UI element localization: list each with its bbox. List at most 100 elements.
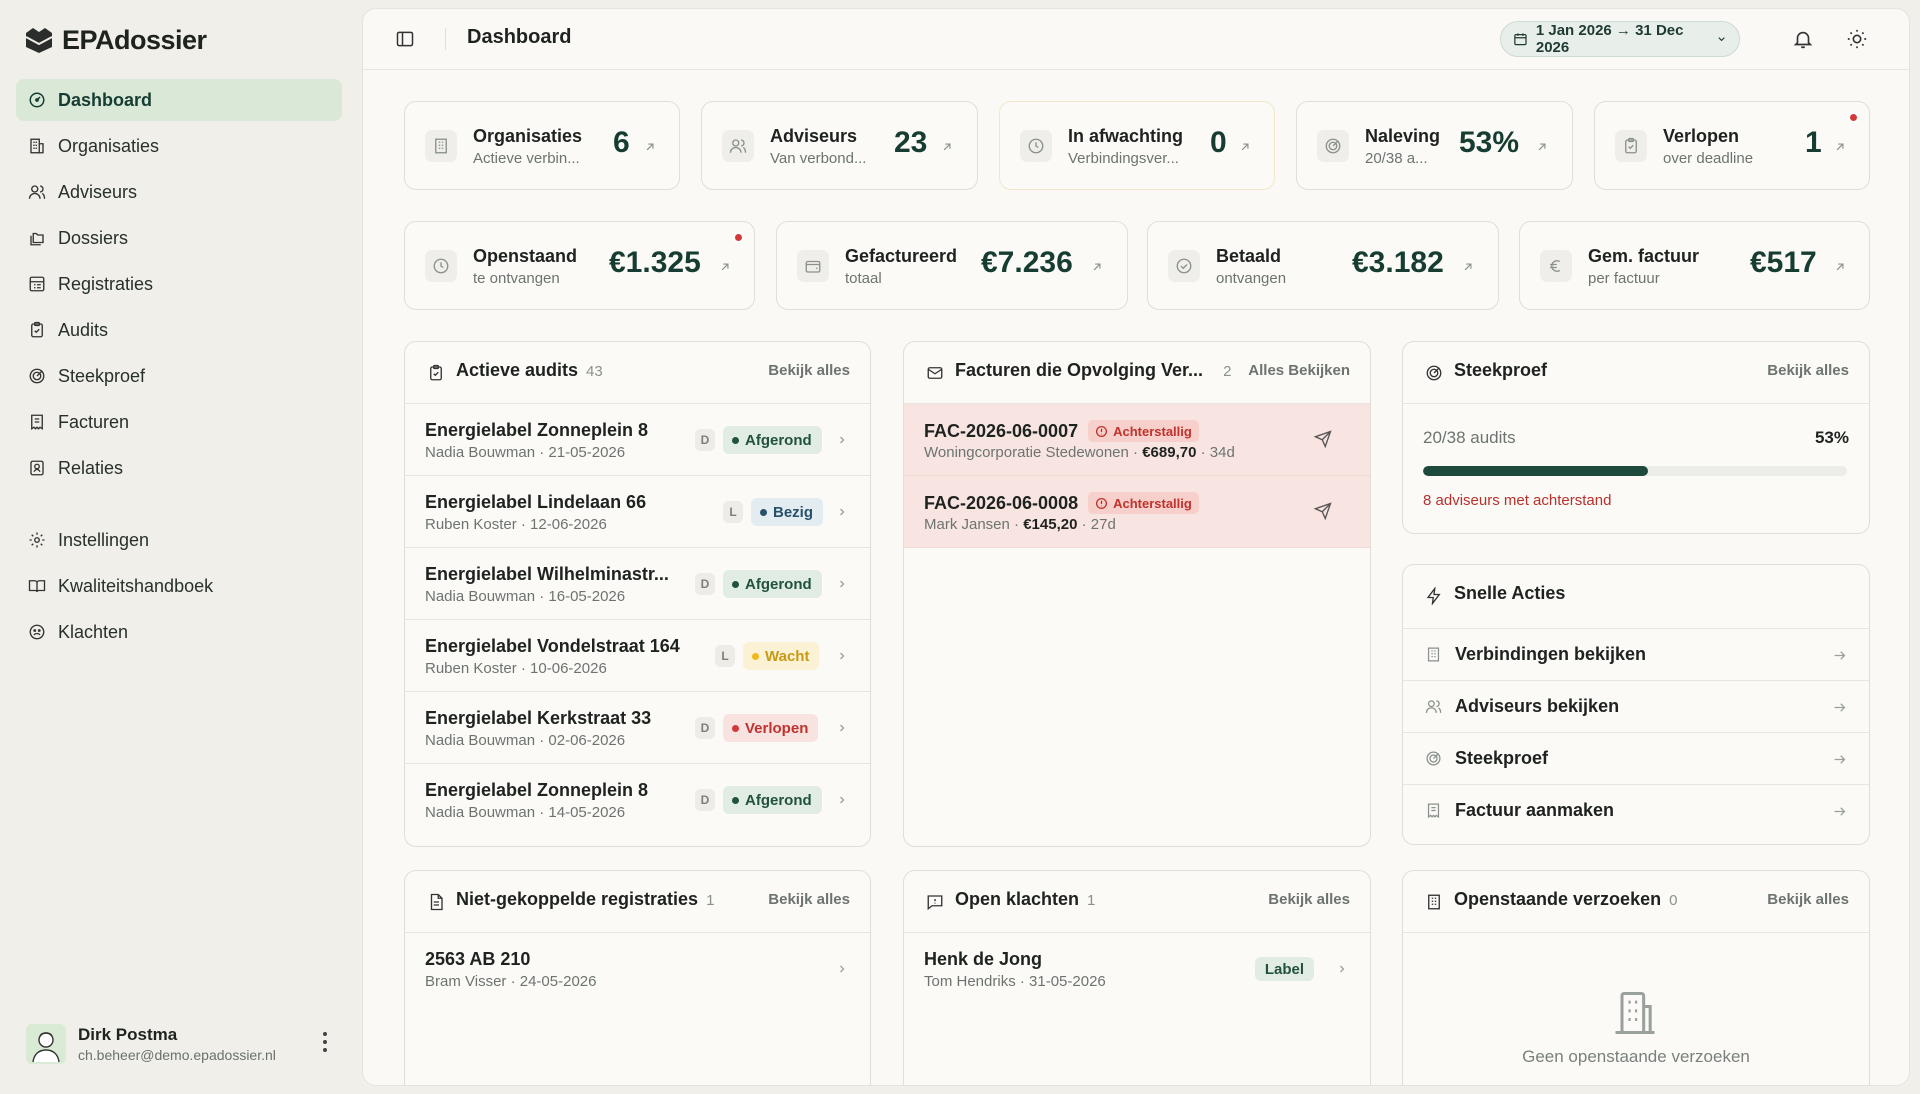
nav-item-steekproef[interactable]: Steekproef <box>16 355 342 397</box>
nav-item-klachten[interactable]: Klachten <box>16 611 342 653</box>
invoice-client: Woningcorporatie Stedewonen <box>924 444 1129 461</box>
quick-action-adviseurs[interactable]: Adviseurs bekijken <box>1403 681 1869 733</box>
status-badge: Afgerond <box>723 426 822 454</box>
quick-action-factuur[interactable]: Factuur aanmaken <box>1403 785 1869 837</box>
main-nav: Dashboard Organisaties Adviseurs Dossier… <box>16 79 342 657</box>
date-range-picker[interactable]: 1 Jan 2026 → 31 Dec 2026 <box>1500 21 1740 57</box>
complaint-row[interactable]: Henk de Jong Tom Hendriks · 31-05-2026 L… <box>904 933 1370 1005</box>
empty-building-icon <box>1615 991 1655 1035</box>
kpi-card-gefactureerd[interactable]: Gefactureerd totaal €7.236 <box>776 221 1128 310</box>
quick-action-steekproef[interactable]: Steekproef <box>1403 733 1869 785</box>
nav-item-instellingen[interactable]: Instellingen <box>16 519 342 561</box>
audit-title: Energielabel Zonneplein 8 <box>425 780 649 800</box>
kpi-value: 23 <box>894 126 928 159</box>
panel-header: Steekproef Bekijk alles <box>1403 342 1869 404</box>
nav-item-dashboard[interactable]: Dashboard <box>16 79 342 121</box>
sidebar-toggle-icon[interactable] <box>395 29 415 49</box>
alert-circle-icon <box>1096 425 1108 437</box>
send-icon[interactable] <box>1314 430 1332 448</box>
nav-item-registraties[interactable]: Registraties <box>16 263 342 305</box>
chevron-right-icon <box>840 436 845 444</box>
kpi-icon-box <box>1615 130 1647 162</box>
audit-row[interactable]: Energielabel Lindelaan 66 Ruben Koster ·… <box>405 476 870 548</box>
nav-item-facturen[interactable]: Facturen <box>16 401 342 443</box>
panel-title-text: Open klachten <box>955 889 1080 909</box>
kpi-card-openstaand[interactable]: Openstaand te ontvangen €1.325 <box>404 221 755 310</box>
file-text-icon <box>430 893 443 911</box>
target-icon <box>29 368 45 384</box>
chevron-right-icon <box>840 580 845 588</box>
chevron-right-icon <box>840 796 845 804</box>
nav-label: Kwaliteitshandboek <box>58 575 214 596</box>
audit-row[interactable]: Energielabel Zonneplein 8 Nadia Bouwman … <box>405 404 870 476</box>
mail-icon <box>927 367 943 379</box>
nav-item-kwaliteitshandboek[interactable]: Kwaliteitshandboek <box>16 565 342 607</box>
registry-icon <box>29 276 45 292</box>
registration-row[interactable]: 2563 AB 210 Bram Visser · 24-05-2026 <box>405 933 870 1005</box>
audit-row[interactable]: Energielabel Wilhelminastr... Nadia Bouw… <box>405 548 870 620</box>
arrow-up-right-icon <box>1093 263 1101 271</box>
date-range-text: 1 Jan 2026 → 31 Dec 2026 <box>1535 22 1684 56</box>
audit-row[interactable]: Energielabel Kerkstraat 33 Nadia Bouwman… <box>405 692 870 764</box>
panel-invoices-followup: Facturen die Opvolging Ver... 2 Alles Bek… <box>903 341 1371 847</box>
calendar-icon <box>1514 33 1527 46</box>
view-all-link[interactable]: Bekijk alles <box>1767 362 1849 379</box>
overdue-badge: Achterstallig <box>1088 492 1199 514</box>
nav-item-dossiers[interactable]: Dossiers <box>16 217 342 259</box>
audit-title: Energielabel Wilhelminastr... <box>425 564 669 584</box>
target-icon <box>1426 365 1442 381</box>
nav-item-audits[interactable]: Audits <box>16 309 342 351</box>
kpi-card-adviseurs[interactable]: Adviseurs Van verbond... 23 <box>701 101 978 190</box>
bell-icon[interactable] <box>1792 28 1814 50</box>
audit-title: Energielabel Zonneplein 8 <box>425 420 649 440</box>
kpi-card-organisaties[interactable]: Organisaties Actieve verbin... 6 <box>404 101 680 190</box>
user-email: ch.beheer@demo.epadossier.nl <box>78 1047 276 1063</box>
more-vertical-icon[interactable] <box>322 1032 328 1052</box>
view-all-link[interactable]: Bekijk alles <box>1767 891 1849 908</box>
brand-logo[interactable]: EPAdossier <box>24 22 207 58</box>
kpi-card-verlopen[interactable]: Verlopen over deadline 1 <box>1594 101 1870 190</box>
audit-row[interactable]: Energielabel Zonneplein 8 Nadia Bouwman … <box>405 764 870 836</box>
kpi-sub: over deadline <box>1663 150 1754 167</box>
nav-label: Instellingen <box>58 529 150 550</box>
arrow-right-icon <box>1834 651 1846 660</box>
nav-item-adviseurs[interactable]: Adviseurs <box>16 171 342 213</box>
invoice-title: FAC-2026-06-0007 Achterstallig <box>924 420 1199 442</box>
view-all-link[interactable]: Bekijk alles <box>1268 891 1350 908</box>
invoice-row[interactable]: FAC-2026-06-0007 Achterstallig Woningcor… <box>904 404 1370 476</box>
kpi-icon-box <box>1020 130 1052 162</box>
kpi-card-in-afwachting[interactable]: In afwachting Verbindingsver... 0 <box>999 101 1275 190</box>
quick-action-label: Adviseurs bekijken <box>1455 696 1620 716</box>
arrow-up-right-icon <box>721 263 729 271</box>
kpi-value: 53% <box>1459 126 1520 159</box>
status-text: Bezig <box>773 503 814 521</box>
user-profile[interactable]: Dirk Postma ch.beheer@demo.epadossier.nl <box>26 1020 342 1068</box>
user-text: Dirk Postma ch.beheer@demo.epadossier.nl <box>78 1025 302 1063</box>
kpi-value: 6 <box>613 126 630 159</box>
nav-item-relaties[interactable]: Relaties <box>16 447 342 489</box>
audit-row[interactable]: Energielabel Vondelstraat 164 Ruben Kost… <box>405 620 870 692</box>
view-all-link[interactable]: Bekijk alles <box>768 362 850 379</box>
status-text: Afgerond <box>745 791 812 809</box>
invoice-age: 34d <box>1209 444 1235 461</box>
overdue-text: Achterstallig <box>1113 423 1192 439</box>
send-icon[interactable] <box>1314 502 1332 520</box>
kpi-label: Adviseurs <box>770 126 858 146</box>
sun-icon[interactable] <box>1846 28 1868 50</box>
panel-header: Openstaande verzoeken 0 Bekijk alles <box>1403 871 1869 933</box>
kpi-value: 0 <box>1210 126 1227 159</box>
view-all-link[interactable]: Bekijk alles <box>768 891 850 908</box>
view-all-link[interactable]: Alles Bekijken <box>1248 362 1350 379</box>
building-icon <box>1427 647 1440 662</box>
kpi-card-naleving[interactable]: Naleving 20/38 a... 53% <box>1296 101 1573 190</box>
quick-action-verbindingen[interactable]: Verbindingen bekijken <box>1403 629 1869 681</box>
kpi-card-betaald[interactable]: Betaald ontvangen €3.182 <box>1147 221 1499 310</box>
invoice-row[interactable]: FAC-2026-06-0008 Achterstallig Mark Jans… <box>904 476 1370 548</box>
nav-item-organisaties[interactable]: Organisaties <box>16 125 342 167</box>
avatar <box>26 1024 66 1064</box>
kpi-card-gem-factuur[interactable]: Gem. factuur per factuur €517 <box>1519 221 1870 310</box>
zap-icon <box>1426 587 1441 605</box>
behind-note[interactable]: 8 adviseurs met achterstand <box>1423 492 1611 509</box>
panel-header: Open klachten 1 Bekijk alles <box>904 871 1370 933</box>
audit-sub: Nadia Bouwman · 02-06-2026 <box>425 732 626 749</box>
